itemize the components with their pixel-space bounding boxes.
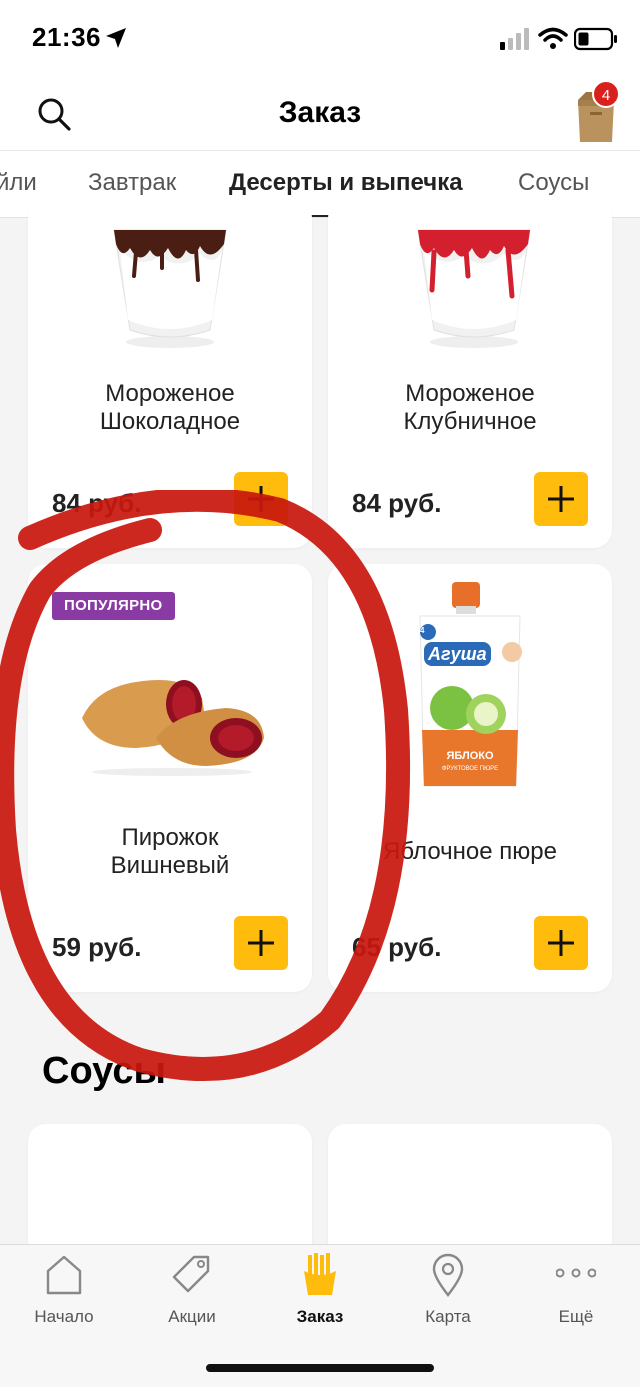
nav-label: Акции (168, 1307, 216, 1326)
nav-order[interactable]: Заказ (256, 1245, 384, 1345)
product-price: 84 руб. (352, 488, 442, 518)
home-icon (46, 1255, 82, 1295)
nav-home[interactable]: Начало (0, 1245, 128, 1345)
tab-sauces[interactable]: Соусы (518, 169, 589, 197)
page-title: Заказ (278, 96, 362, 129)
product-price: 65 руб. (352, 932, 442, 962)
package-brand: Агуша (424, 642, 491, 666)
product-price: 84 руб. (52, 488, 142, 518)
package-flavor: ЯБЛОКО (446, 750, 494, 762)
plus-icon (548, 486, 574, 512)
product-name-line2: Шоколадное (99, 408, 241, 435)
product-name-line2: Вишневый (110, 852, 230, 879)
status-bar: 21:36 (0, 0, 640, 78)
fries-icon (304, 1253, 336, 1295)
home-indicator[interactable] (206, 1364, 434, 1372)
battery-icon (574, 27, 617, 51)
cellular-signal-icon (500, 28, 529, 50)
plus-icon (248, 930, 274, 956)
chocolate-sundae-image (113, 229, 227, 348)
cherry-pie-image (82, 680, 264, 776)
package-subtitle: ФРУКТОВОЕ ПЮРЕ (441, 766, 499, 772)
popular-badge: ПОПУЛЯРНО (52, 592, 175, 620)
package-age: 4 (420, 626, 425, 635)
add-to-cart-button[interactable] (234, 472, 288, 526)
tab-drinks[interactable]: йли (0, 169, 37, 197)
add-to-cart-button[interactable] (534, 472, 588, 526)
tag-icon (172, 1255, 210, 1293)
plus-icon (248, 486, 274, 512)
product-name-line1: Мороженое (105, 380, 235, 407)
section-title-sauces: Соусы (42, 1050, 166, 1092)
product-card[interactable]: 4 Агуша ЯБЛОКО ФРУКТОВОЕ ПЮРЕ Яблочное п… (328, 564, 612, 992)
cart-count-badge: 4 (592, 80, 620, 108)
product-card[interactable]: Мороженое Шоколадное 84 руб. (28, 200, 312, 548)
product-card[interactable]: Мороженое Клубничное 84 руб. (328, 200, 612, 548)
add-to-cart-button[interactable] (534, 916, 588, 970)
nav-label: Начало (34, 1307, 94, 1326)
nav-label: Ещё (558, 1307, 594, 1326)
nav-promotions[interactable]: Акции (128, 1245, 256, 1345)
app-header: Заказ (0, 78, 640, 150)
tab-desserts[interactable]: Десерты и выпечка (229, 169, 463, 197)
product-name-line1: Мороженое (405, 380, 535, 407)
add-to-cart-button[interactable] (234, 916, 288, 970)
wifi-icon (538, 27, 568, 49)
product-name-line2: Клубничное (403, 408, 537, 435)
product-price: 59 руб. (52, 932, 142, 962)
product-card[interactable]: ПОПУЛЯРНО Пирожок Вишневый 59 руб. (28, 564, 312, 992)
strawberry-sundae-image (417, 229, 531, 348)
product-name-line1: Яблочное пюре (383, 838, 557, 865)
product-name-line1: Пирожок (121, 824, 219, 851)
nav-more[interactable]: Ещё (512, 1245, 640, 1345)
nav-label: Карта (425, 1307, 471, 1326)
nav-label: Заказ (296, 1307, 344, 1326)
apple-puree-pouch-image: 4 Агуша ЯБЛОКО ФРУКТОВОЕ ПЮРЕ (414, 580, 526, 790)
location-arrow-icon (106, 28, 126, 48)
tab-breakfast[interactable]: Завтрак (88, 169, 176, 197)
nav-map[interactable]: Карта (384, 1245, 512, 1345)
plus-icon (548, 930, 574, 956)
map-pin-icon (432, 1253, 464, 1297)
more-icon (556, 1268, 596, 1278)
status-time: 21:36 (32, 22, 101, 52)
